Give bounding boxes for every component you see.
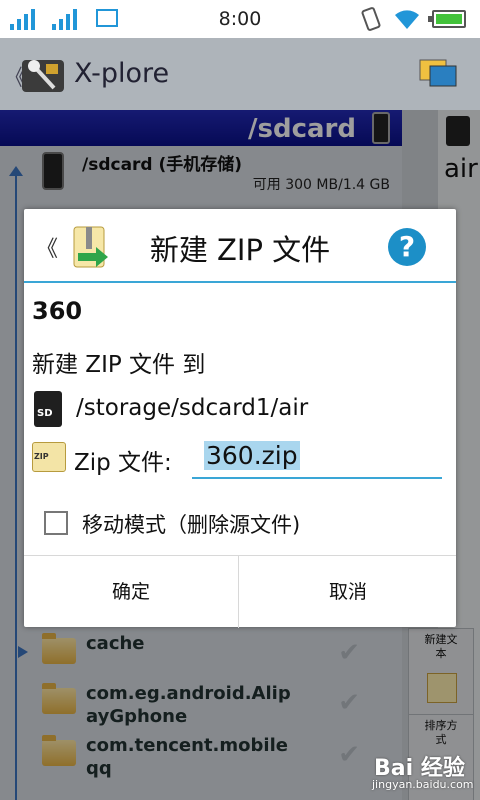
- dialog-header: 《 新建 ZIP 文件 ?: [24, 209, 456, 283]
- zip-icon: ZIP: [32, 442, 66, 472]
- zip-file-label: Zip 文件:: [74, 450, 172, 476]
- zip-filename-input[interactable]: 360.zip: [192, 439, 442, 479]
- app-title: X-plore: [74, 58, 170, 89]
- sd-card-icon-text: SD: [37, 408, 53, 419]
- app-bar: 《 X-plore: [0, 38, 480, 110]
- dialog-divider: [24, 281, 456, 283]
- watermark: Bai 经验 jingyan.baidu.com: [368, 748, 476, 796]
- battery-icon: [428, 10, 466, 28]
- move-mode-checkbox[interactable]: [44, 511, 68, 535]
- app-logo-icon: [22, 60, 64, 92]
- help-button[interactable]: ?: [388, 228, 426, 266]
- dialog-buttons: 确定 取消: [24, 555, 456, 628]
- move-mode-label[interactable]: 移动模式（删除源文件): [82, 509, 300, 539]
- rotation-lock-icon: [361, 7, 381, 31]
- ok-button[interactable]: 确定: [24, 556, 239, 628]
- sd-card-icon: SD: [34, 391, 62, 427]
- zip-icon-text: ZIP: [34, 452, 49, 461]
- cancel-button[interactable]: 取消: [240, 556, 456, 628]
- destination-label: 新建 ZIP 文件 到: [32, 352, 206, 378]
- zip-filename-value: 360.zip: [204, 441, 300, 470]
- watermark-url: jingyan.baidu.com: [372, 778, 474, 791]
- wifi-icon: [395, 10, 419, 29]
- source-name: 360: [32, 297, 83, 325]
- new-zip-dialog: 《 新建 ZIP 文件 ? 360 新建 ZIP 文件 到 SD /storag…: [24, 209, 456, 628]
- device-icon[interactable]: [418, 56, 458, 90]
- status-bar: 8:00: [0, 0, 480, 38]
- destination-path: /storage/sdcard1/air: [76, 395, 309, 421]
